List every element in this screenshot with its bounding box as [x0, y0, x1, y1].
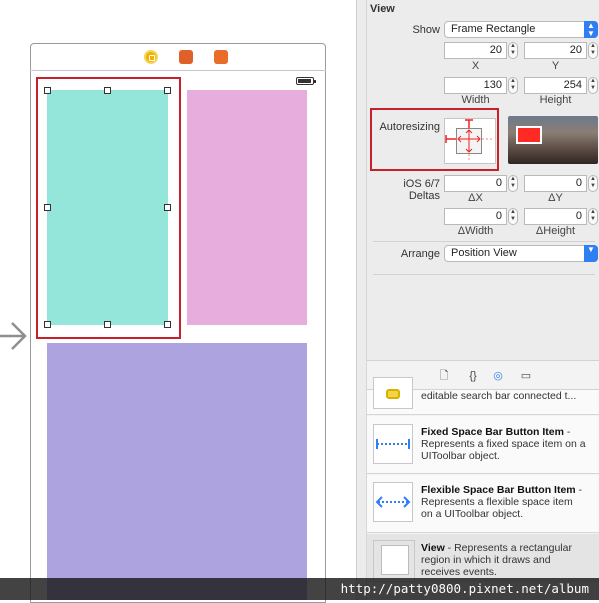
- deltas-label: iOS 6/7 Deltas: [403, 178, 440, 202]
- fixed-space-glyph-icon: [376, 439, 410, 449]
- code-snippet-icon[interactable]: {}: [464, 370, 482, 382]
- watermark-text: http://patty0800.pixnet.net/album: [340, 581, 589, 596]
- frame-x-field[interactable]: 20: [444, 42, 507, 59]
- library-item-desc: editable search bar connected t...: [421, 390, 577, 402]
- purple-view[interactable]: [47, 343, 307, 600]
- delta-height-label: ΔHeight: [535, 225, 576, 237]
- delta-width-stepper[interactable]: ▲ ▼: [508, 208, 518, 225]
- library-item-title: Flexible Space Bar Button Item: [421, 484, 576, 496]
- first-responder-icon[interactable]: [179, 50, 193, 64]
- resize-handle-top[interactable]: [104, 87, 111, 94]
- delta-x-stepper[interactable]: ▲ ▼: [508, 175, 518, 192]
- resize-handle-bottom-left[interactable]: [44, 321, 51, 328]
- selection-highlight: [36, 77, 181, 339]
- frame-height-stepper[interactable]: ▲ ▼: [588, 77, 598, 94]
- delta-x-field[interactable]: 0: [444, 175, 507, 192]
- watermark-bar: http://patty0800.pixnet.net/album: [0, 578, 599, 600]
- section-divider: [373, 241, 595, 242]
- resize-handle-left[interactable]: [44, 204, 51, 211]
- resize-handle-top-right[interactable]: [164, 87, 171, 94]
- frame-y-stepper[interactable]: ▲ ▼: [588, 42, 598, 59]
- frame-height-field[interactable]: 254: [524, 77, 587, 94]
- library-item-text: Fixed Space Bar Button Item - Represents…: [421, 426, 586, 462]
- frame-y-field[interactable]: 20: [524, 42, 587, 59]
- section-title: View: [370, 3, 395, 15]
- library-item-text: View - Represents a rectangular region i…: [421, 542, 586, 578]
- resize-handle-bottom-right[interactable]: [164, 321, 171, 328]
- delta-width-label: ΔWidth: [457, 225, 494, 237]
- exit-icon[interactable]: [214, 50, 228, 64]
- frame-width-field[interactable]: 130: [444, 77, 507, 94]
- resize-handle-right[interactable]: [164, 204, 171, 211]
- delta-height-stepper[interactable]: ▲ ▼: [588, 208, 598, 225]
- library-item-title: View: [421, 542, 445, 554]
- section-divider: [373, 274, 595, 275]
- arrange-label: Arrange: [400, 248, 440, 260]
- frame-width-label: Width: [461, 94, 490, 106]
- popup-chevron-icon: ▲ ▼: [584, 21, 598, 38]
- arrange-popup[interactable]: Position View ▼: [444, 245, 598, 262]
- object-library-icon[interactable]: ◎: [492, 370, 504, 382]
- view-controller-icon[interactable]: [144, 50, 158, 64]
- initial-view-controller-arrow-icon: [0, 322, 27, 350]
- delta-y-label: ΔY: [548, 192, 563, 204]
- file-template-icon[interactable]: 🗋: [438, 370, 450, 382]
- resize-handle-top-left[interactable]: [44, 87, 51, 94]
- popup-chevron-icon: ▼: [584, 245, 598, 262]
- library-item-text: Flexible Space Bar Button Item - Represe…: [421, 484, 586, 520]
- pink-view[interactable]: [187, 90, 307, 325]
- show-label: Show: [412, 24, 440, 36]
- resize-handle-bottom[interactable]: [104, 321, 111, 328]
- show-popup-value: Frame Rectangle: [451, 23, 536, 35]
- frame-y-label: Y: [551, 60, 560, 72]
- frame-height-label: Height: [539, 94, 572, 106]
- view-icon: [381, 545, 409, 575]
- delta-height-field[interactable]: 0: [524, 208, 587, 225]
- show-popup[interactable]: Frame Rectangle ▲ ▼: [444, 21, 598, 38]
- autoresizing-preview-view: [516, 126, 542, 144]
- flexible-space-glyph-icon: [375, 496, 411, 508]
- battery-icon: [296, 77, 316, 85]
- autoresizing-springs-struts-icon: [445, 119, 494, 162]
- delta-y-stepper[interactable]: ▲ ▼: [588, 175, 598, 192]
- delta-y-field[interactable]: 0: [524, 175, 587, 192]
- autoresizing-label: Autoresizing: [379, 121, 440, 133]
- frame-x-stepper[interactable]: ▲ ▼: [508, 42, 518, 59]
- scene-dock: [30, 43, 326, 71]
- library-item-title: Fixed Space Bar Button Item: [421, 426, 564, 438]
- delta-width-field[interactable]: 0: [444, 208, 507, 225]
- arrange-popup-value: Position View: [451, 247, 517, 259]
- delta-x-label: ΔX: [468, 192, 483, 204]
- frame-width-stepper[interactable]: ▲ ▼: [508, 77, 518, 94]
- media-library-icon[interactable]: ▭: [520, 370, 532, 382]
- search-bar-glyph-icon: [386, 389, 400, 399]
- frame-x-label: X: [471, 60, 480, 72]
